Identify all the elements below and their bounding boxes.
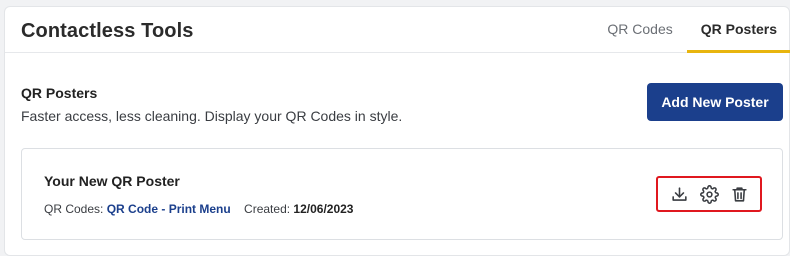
panel-header: Contactless Tools QR Codes QR Posters: [5, 7, 790, 53]
section-title: QR Posters: [21, 85, 98, 101]
created-date: 12/06/2023: [293, 202, 354, 216]
trash-icon: [731, 186, 747, 202]
poster-actions-group: [656, 176, 762, 212]
section-subtitle: Faster access, less cleaning. Display yo…: [21, 108, 403, 124]
page-title: Contactless Tools: [21, 20, 194, 42]
qr-codes-label: QR Codes:: [44, 202, 104, 216]
settings-button[interactable]: [697, 182, 721, 206]
poster-meta: QR Codes: QR Code - Print Menu Created: …: [44, 202, 353, 216]
gear-icon: [699, 184, 719, 204]
delete-button[interactable]: [727, 182, 751, 206]
tab-qr-posters[interactable]: QR Posters: [686, 7, 790, 53]
tab-qr-codes[interactable]: QR Codes: [593, 7, 686, 53]
qr-code-link[interactable]: QR Code - Print Menu: [107, 202, 231, 216]
poster-card: Your New QR Poster QR Codes: QR Code - P…: [21, 148, 783, 240]
created-label: Created:: [244, 202, 291, 216]
contactless-tools-panel: Contactless Tools QR Codes QR Posters QR…: [4, 6, 790, 256]
add-new-poster-button[interactable]: Add New Poster: [647, 83, 783, 121]
download-button[interactable]: [667, 182, 691, 206]
poster-title: Your New QR Poster: [44, 173, 180, 189]
tab-bar: QR Codes QR Posters: [593, 7, 790, 53]
download-icon: [671, 186, 687, 201]
